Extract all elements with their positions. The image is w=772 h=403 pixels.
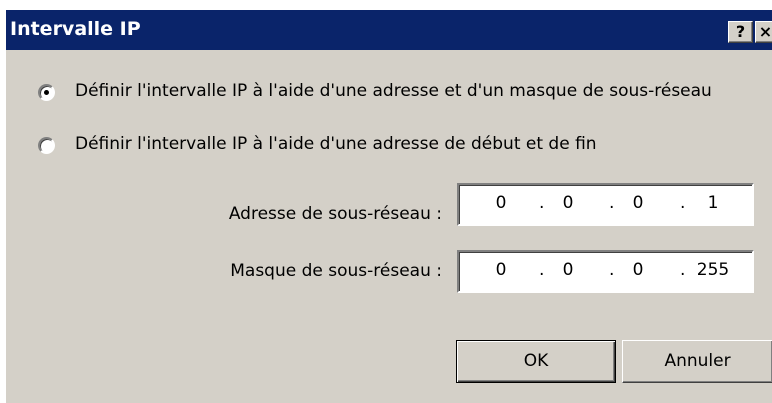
title-bar[interactable]: Intervalle IP ? × xyxy=(6,10,772,50)
ip-octet[interactable]: 0 xyxy=(544,260,592,280)
ip-separator: . xyxy=(680,193,686,213)
ok-button[interactable]: OK xyxy=(456,340,616,383)
cancel-button[interactable]: Annuler xyxy=(622,340,772,383)
subnet-mask-field[interactable]: 0 . 0 . 0 . 255 xyxy=(457,250,754,293)
ip-octet[interactable]: 0 xyxy=(614,260,662,280)
radio-mask-label[interactable]: Définir l'intervalle IP à l'aide d'une a… xyxy=(75,81,712,101)
dialog-frame-top xyxy=(0,0,772,10)
ip-octet[interactable]: 1 xyxy=(689,193,737,213)
subnet-mask-label: Masque de sous-réseau : xyxy=(230,261,442,281)
ip-separator: . xyxy=(680,260,686,280)
dialog-title: Intervalle IP xyxy=(10,18,141,40)
ip-octet[interactable]: 0 xyxy=(544,193,592,213)
ip-range-dialog: Intervalle IP ? × Définir l'intervalle I… xyxy=(0,0,772,403)
radio-selected-dot xyxy=(44,90,49,95)
ip-octet[interactable]: 255 xyxy=(689,260,737,280)
radio-range-label[interactable]: Définir l'intervalle IP à l'aide d'une a… xyxy=(75,134,597,154)
dialog-frame-left xyxy=(0,0,6,403)
subnet-address-field[interactable]: 0 . 0 . 0 . 1 xyxy=(457,183,754,226)
radio-button-range[interactable] xyxy=(38,137,55,154)
subnet-address-label: Adresse de sous-réseau : xyxy=(228,204,442,224)
ip-octet[interactable]: 0 xyxy=(477,193,525,213)
ip-octet[interactable]: 0 xyxy=(614,193,662,213)
help-button[interactable]: ? xyxy=(728,21,753,43)
close-button[interactable]: × xyxy=(755,21,772,43)
radio-button-mask[interactable] xyxy=(38,84,55,101)
ip-octet[interactable]: 0 xyxy=(477,260,525,280)
